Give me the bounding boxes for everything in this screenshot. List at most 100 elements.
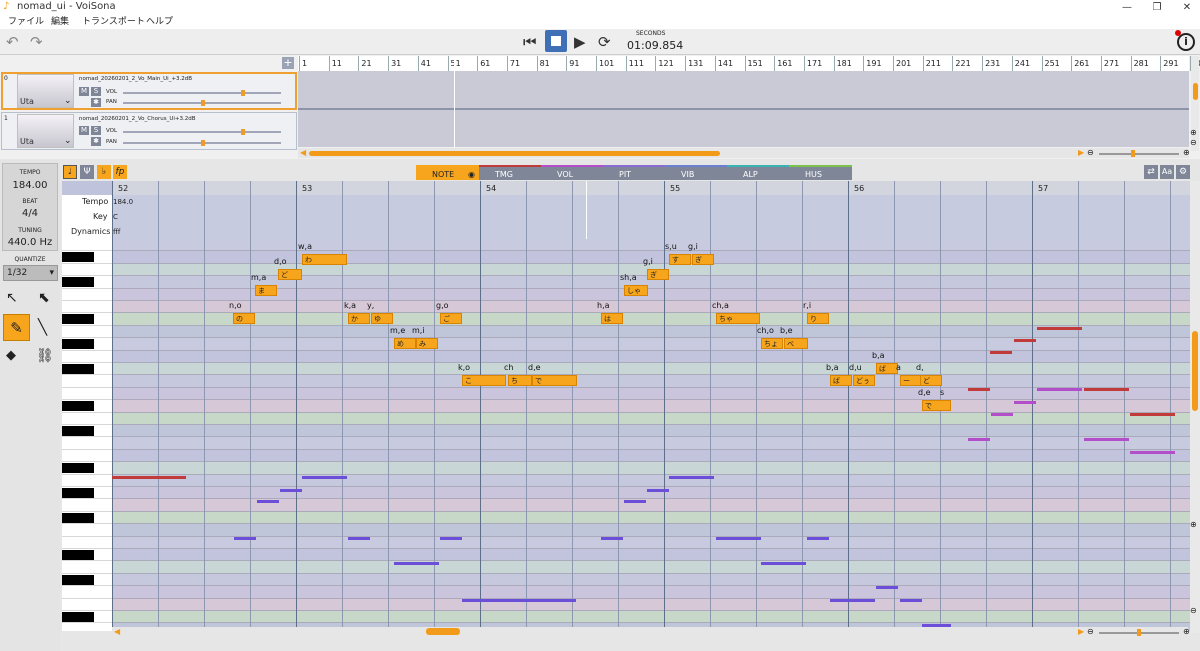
roll-horizontal-scrollbar[interactable] <box>112 627 1188 637</box>
note[interactable]: ぎ <box>692 254 714 265</box>
parameter-line[interactable] <box>900 599 922 602</box>
note[interactable]: ー <box>900 375 922 386</box>
piano-black-key[interactable] <box>62 574 94 585</box>
grid-row[interactable] <box>112 598 1200 611</box>
note[interactable]: わ <box>302 254 347 265</box>
note[interactable]: ゆ <box>371 313 393 324</box>
piano-key[interactable] <box>62 375 112 388</box>
star-icon[interactable]: ✱ <box>91 98 101 107</box>
piano-key[interactable] <box>62 301 112 314</box>
zoom-out-icon[interactable]: ⊖ <box>1190 138 1197 147</box>
note[interactable]: しゃ <box>624 285 648 296</box>
grid-row[interactable] <box>112 313 1200 326</box>
minimize-button[interactable]: — <box>1112 0 1142 15</box>
rewind-button[interactable]: ⏮ <box>523 29 537 55</box>
piano-black-key[interactable] <box>62 550 94 560</box>
piano-key[interactable] <box>62 239 112 252</box>
mute-button[interactable]: M <box>79 126 89 135</box>
piano-key[interactable] <box>62 623 112 631</box>
grid-row[interactable] <box>112 573 1200 587</box>
note[interactable]: ち <box>508 375 532 386</box>
piano-black-key[interactable] <box>62 339 94 350</box>
zoom-slider[interactable] <box>1099 629 1179 636</box>
scroll-right-icon[interactable]: ▶ <box>1078 148 1084 157</box>
parameter-line[interactable] <box>990 351 1012 354</box>
piano-key[interactable] <box>62 288 112 301</box>
piano-key[interactable] <box>62 437 112 450</box>
info-icon[interactable]: i <box>1177 33 1195 51</box>
piano-key[interactable] <box>62 536 112 549</box>
note[interactable]: べ <box>784 338 808 349</box>
overview-scroll-thumb[interactable] <box>309 151 720 156</box>
note[interactable]: ば <box>830 375 852 386</box>
parameter-line[interactable] <box>462 599 576 602</box>
line-tool-icon[interactable]: ╲ <box>38 318 47 336</box>
select-tool-icon[interactable]: ⬉ <box>38 290 50 306</box>
wrench-icon[interactable]: ⚙ <box>1176 165 1190 179</box>
note[interactable]: で <box>532 375 577 386</box>
roll-vertical-scrollbar[interactable] <box>1190 181 1200 633</box>
zoom-slider[interactable] <box>1099 150 1179 157</box>
overview-grid[interactable] <box>298 71 1189 147</box>
parameter-line[interactable] <box>1084 388 1129 391</box>
chevron-down-icon[interactable]: ⌄ <box>64 96 72 106</box>
zoom-out-icon[interactable]: ⊖ <box>1087 627 1094 636</box>
star-icon[interactable]: ✱ <box>91 137 101 146</box>
parameter-line[interactable] <box>1014 401 1036 404</box>
zoom-out-icon[interactable]: ⊖ <box>1087 148 1094 157</box>
roll-vertical-thumb[interactable] <box>1192 331 1198 411</box>
zoom-out-icon[interactable]: ⊖ <box>1190 606 1197 615</box>
scroll-right-icon[interactable]: ▶ <box>1078 627 1084 636</box>
piano-black-key[interactable] <box>62 512 94 523</box>
piano-key[interactable] <box>62 474 112 487</box>
parameter-line[interactable] <box>968 388 990 391</box>
tab-volume[interactable]: VOL <box>541 165 603 180</box>
grid-row[interactable] <box>112 363 1200 376</box>
piano-roll[interactable]: Tempo Key Dynamics 184.0 C fff C6 C5 C4 … <box>62 181 1200 631</box>
piano-black-key[interactable] <box>62 488 94 498</box>
chevron-down-icon[interactable]: ⌄ <box>64 136 72 146</box>
grid-row[interactable] <box>112 400 1200 413</box>
stop-button[interactable] <box>545 30 567 52</box>
note[interactable]: ま <box>255 285 277 296</box>
parameter-line[interactable] <box>716 537 761 540</box>
zoom-in-icon[interactable]: ⊕ <box>1183 148 1190 157</box>
note[interactable]: か <box>348 313 370 324</box>
parameter-line[interactable] <box>1037 388 1082 391</box>
piano-key[interactable] <box>62 350 112 363</box>
tab-note[interactable]: NOTE ◉ <box>416 165 479 180</box>
parameter-line[interactable] <box>280 489 302 492</box>
piano-key[interactable] <box>62 499 112 512</box>
grid-row[interactable] <box>112 375 1200 388</box>
grid-row[interactable] <box>112 338 1200 351</box>
piano-key[interactable] <box>62 412 112 425</box>
menu-file[interactable]: ファイル <box>8 15 44 29</box>
piano-black-key[interactable] <box>62 463 94 474</box>
grid-row[interactable] <box>112 561 1200 574</box>
grid-row[interactable] <box>112 449 1200 463</box>
piano-key[interactable] <box>62 263 112 277</box>
grid-row[interactable] <box>112 301 1200 314</box>
font-icon[interactable]: Aa <box>1160 165 1174 179</box>
grid-row[interactable] <box>112 474 1200 487</box>
parameter-line[interactable] <box>647 489 669 492</box>
swap-icon[interactable]: ⇄ <box>1144 165 1158 179</box>
pointer-tool-icon[interactable]: ↖ <box>6 290 18 306</box>
tab-vibrato[interactable]: VIB <box>665 165 727 180</box>
eraser-tool-icon[interactable]: ◆ <box>6 348 16 363</box>
parameter-line[interactable] <box>348 537 370 540</box>
menu-edit[interactable]: 編集 <box>51 15 69 29</box>
solo-button[interactable]: S <box>91 126 101 135</box>
parameter-line[interactable] <box>1084 438 1129 441</box>
note[interactable]: で <box>922 400 951 411</box>
note[interactable]: め <box>394 338 416 349</box>
grid-row[interactable] <box>112 511 1200 525</box>
piano-key[interactable] <box>62 586 112 599</box>
parameter-line[interactable] <box>1130 451 1175 454</box>
parameter-line[interactable] <box>624 500 646 503</box>
pan-slider[interactable] <box>123 100 281 106</box>
note[interactable]: ぎ <box>647 269 669 280</box>
parameter-line[interactable] <box>440 537 462 540</box>
piano-black-key[interactable] <box>62 426 94 436</box>
close-button[interactable]: ✕ <box>1172 0 1200 15</box>
